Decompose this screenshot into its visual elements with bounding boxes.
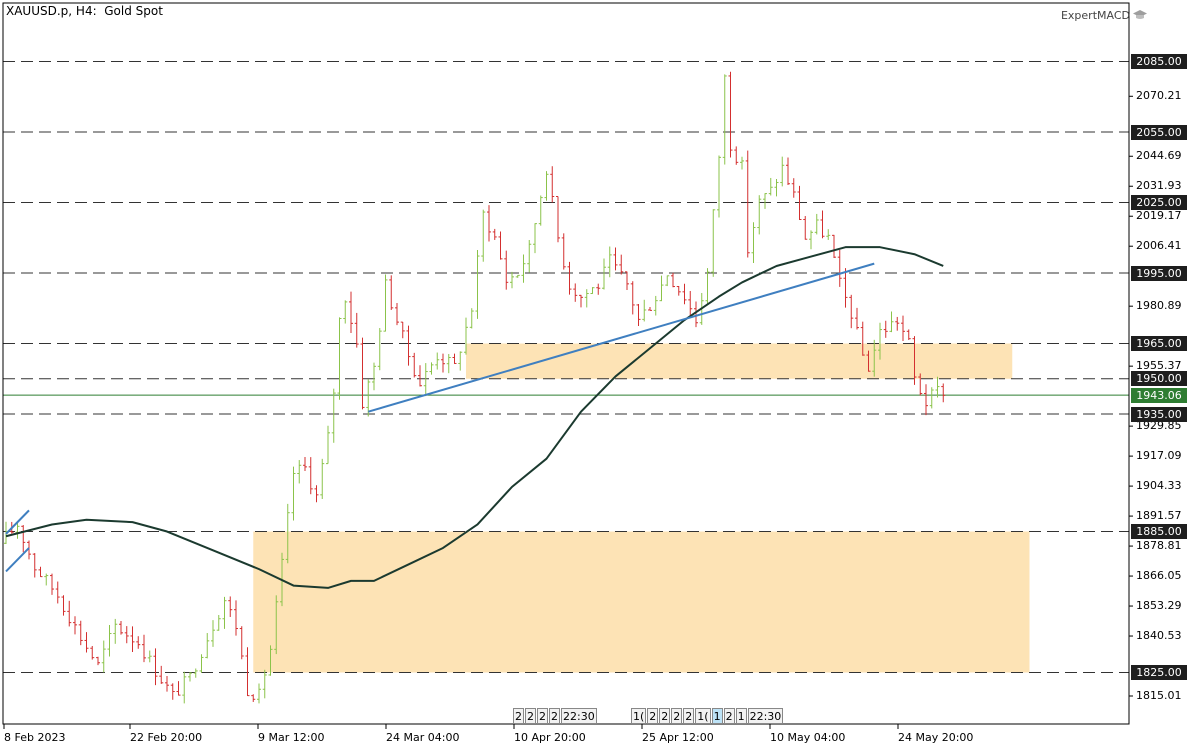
price-tick-label: 1904.33 <box>1136 479 1182 493</box>
period-separator-7[interactable]: 2 <box>659 708 671 724</box>
period-separator-12[interactable]: 2 <box>723 708 735 724</box>
chart-title: XAUUSD.p, H4: Gold Spot <box>6 4 163 18</box>
period-separator-8[interactable]: 2 <box>671 708 683 724</box>
graduation-cap-icon <box>1133 10 1147 19</box>
price-tick-label: 2070.21 <box>1136 89 1182 103</box>
price-tick-label: 1815.01 <box>1136 689 1182 702</box>
indicator-label: ExpertMACD <box>1060 9 1130 22</box>
price-tick-label: 1955.37 <box>1136 359 1182 373</box>
price-tick-label: 1878.81 <box>1136 539 1182 553</box>
supply-demand-zone-0 <box>466 343 1013 379</box>
price-tick-label: 1980.89 <box>1136 299 1182 313</box>
level-tag-2: 2025.00 <box>1131 195 1187 211</box>
trend-layer <box>5 262 875 573</box>
price-tick-label: 1917.09 <box>1136 449 1182 463</box>
time-tick-label: 25 Apr 12:00 <box>642 731 714 744</box>
trendline-2[interactable] <box>5 547 30 573</box>
price-tick-label: 2044.69 <box>1136 149 1182 163</box>
period-separator-3[interactable]: 2 <box>549 708 560 724</box>
price-tick-label: 2019.17 <box>1136 209 1182 223</box>
price-tick-label: 2031.93 <box>1136 179 1182 193</box>
period-separator-4[interactable]: 22:30 <box>561 708 597 724</box>
price-tick-label: 1891.57 <box>1136 509 1182 523</box>
level-tag-1: 2055.00 <box>1131 124 1187 140</box>
level-tag-4: 1965.00 <box>1131 336 1187 352</box>
time-tick-label: 24 Mar 04:00 <box>386 731 460 744</box>
zones-layer <box>253 343 1030 673</box>
period-separator-5[interactable]: 1( <box>631 708 647 724</box>
time-tick-label: 10 May 04:00 <box>770 731 846 744</box>
period-separator-0[interactable]: 2 <box>513 708 524 724</box>
period-separator-11[interactable]: 1 <box>711 708 723 724</box>
level-tag-6: 1935.00 <box>1131 406 1187 422</box>
level-tag-5: 1950.00 <box>1131 371 1187 387</box>
price-tick-label: 1840.53 <box>1136 629 1182 643</box>
price-chart[interactable] <box>0 0 1200 750</box>
supply-demand-zone-1 <box>253 531 1030 673</box>
price-tick-label: 2006.41 <box>1136 239 1182 253</box>
period-separator-13[interactable]: 1 <box>735 708 747 724</box>
period-separator-10[interactable]: 1( <box>695 708 711 724</box>
period-separator-2[interactable]: 2 <box>537 708 548 724</box>
time-tick-label: 22 Feb 20:00 <box>130 731 203 744</box>
level-tag-8: 1825.00 <box>1131 665 1187 681</box>
period-separator-1[interactable]: 2 <box>525 708 536 724</box>
time-tick-label: 10 Apr 20:00 <box>514 731 586 744</box>
time-tick-label: 9 Mar 12:00 <box>258 731 325 744</box>
time-tick-label: 8 Feb 2023 <box>4 731 66 744</box>
price-tick-label: 1866.05 <box>1136 569 1182 583</box>
level-tag-0: 2085.00 <box>1131 54 1187 70</box>
period-separator-6[interactable]: 2 <box>647 708 659 724</box>
time-tick-label: 24 May 20:00 <box>898 731 974 744</box>
period-separator-14[interactable]: 22:30 <box>747 708 784 724</box>
level-tag-7: 1885.00 <box>1131 524 1187 540</box>
current-price-tag: 1943.06 <box>1131 387 1187 403</box>
price-tick-label: 1853.29 <box>1136 599 1182 613</box>
trendline-0[interactable] <box>367 262 875 413</box>
level-tag-3: 1995.00 <box>1131 265 1187 281</box>
period-separator-9[interactable]: 2 <box>683 708 695 724</box>
